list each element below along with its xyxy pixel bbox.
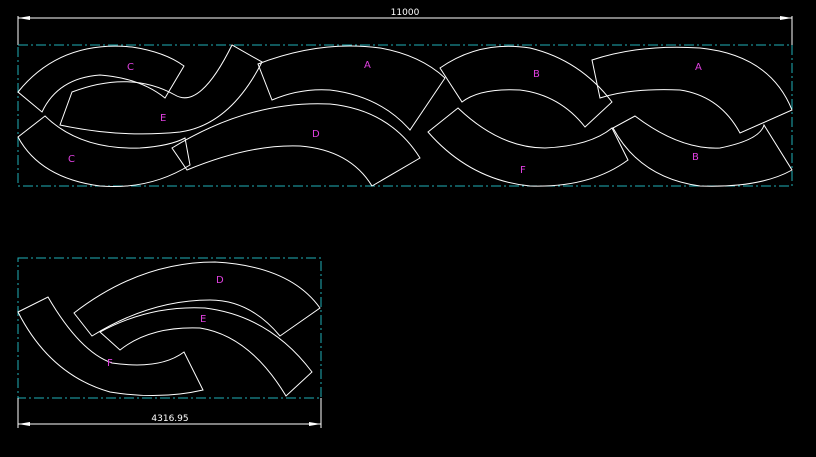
dim-arrow-right-bottom	[309, 422, 321, 426]
bottom-pieces	[17, 261, 321, 397]
piece-a-right[interactable]	[591, 46, 793, 134]
label-top-4: B	[533, 69, 540, 80]
piece-c-lower[interactable]	[17, 115, 191, 188]
piece-d-bottom[interactable]	[73, 261, 321, 337]
label-top-7: F	[520, 165, 526, 176]
piece-d-top[interactable]	[171, 103, 421, 187]
dim-arrow-left-bottom	[18, 422, 30, 426]
label-top-0: C	[127, 62, 134, 73]
label-bottom-0: D	[216, 275, 224, 286]
bottom-boundary-frame	[17, 257, 322, 399]
label-top-5: A	[695, 62, 702, 73]
label-top-1: E	[160, 113, 166, 124]
dim-text-top: 11000	[391, 8, 420, 18]
label-top-8: B	[692, 152, 699, 163]
dim-arrow-right	[780, 16, 792, 20]
cad-drawing[interactable]: 11000 C E A D B A C F B D E F 4316.95	[0, 0, 816, 457]
label-top-2: A	[364, 60, 371, 71]
label-bottom-2: F	[107, 358, 113, 369]
label-top-3: D	[312, 129, 320, 140]
top-labels: C E A D B A C F B	[68, 60, 702, 176]
piece-b-right[interactable]	[612, 115, 793, 187]
label-top-6: C	[68, 154, 75, 165]
bottom-dimension: 4316.95	[17, 398, 322, 428]
piece-f-bottom[interactable]	[17, 296, 204, 397]
dim-arrow-left	[18, 16, 30, 20]
top-layout: 11000 C E A D B A C F B	[17, 8, 793, 188]
piece-c-upper[interactable]	[17, 45, 185, 113]
bottom-layout: D E F 4316.95	[17, 257, 322, 428]
cad-canvas[interactable]: 11000 C E A D B A C F B D E F 4316.95	[0, 0, 816, 457]
label-bottom-1: E	[200, 314, 206, 325]
top-pieces	[17, 44, 793, 188]
top-boundary-frame	[17, 44, 793, 187]
piece-f[interactable]	[427, 107, 629, 187]
dim-text-bottom: 4316.95	[151, 414, 188, 424]
top-dimension: 11000	[17, 8, 793, 45]
bottom-labels: D E F	[107, 275, 224, 369]
piece-a-left[interactable]	[257, 45, 446, 131]
